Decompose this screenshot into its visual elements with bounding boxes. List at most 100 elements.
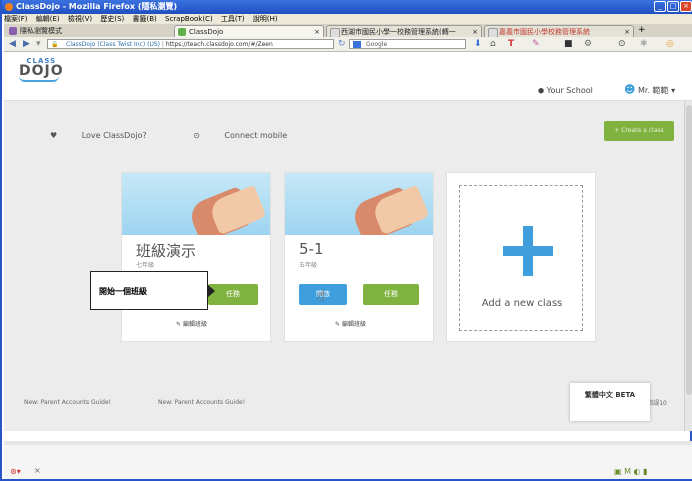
site-identity: ClassDojo (Class Twist Inc) (US): [66, 41, 160, 48]
language-selector[interactable]: 繁體中文 BETA: [570, 383, 650, 421]
menu-extra-icon[interactable]: ◎: [666, 37, 674, 51]
manage-class-button[interactable]: 任務: [208, 284, 258, 305]
user-avatar: ☻: [624, 83, 636, 96]
menu-scrapbook[interactable]: ScrapBook(C): [165, 15, 213, 23]
close-addon-bar-icon[interactable]: ×: [34, 466, 41, 475]
settings-icon[interactable]: ⚙: [584, 37, 592, 51]
download-icon[interactable]: ⬇: [474, 37, 482, 51]
top-links: ♥ Love ClassDojo? ⊙ Connect mobile: [50, 131, 331, 140]
home-icon[interactable]: ⌂: [490, 37, 496, 51]
title-bar: ClassDojo - Mozilla Firefox (隱私瀏覽) _ □ ×: [2, 0, 692, 14]
class-name: 5-1: [299, 240, 324, 258]
class-card[interactable]: 5-1 五年級 開啟 任務 ✎ 編輯班級: [284, 172, 434, 342]
menu-help[interactable]: 說明(H): [253, 15, 278, 23]
window-title: ClassDojo - Mozilla Firefox (隱私瀏覽): [16, 2, 178, 11]
tab-school-system-1[interactable]: 西湖市國民小學一校務管理系統(轉一 ×: [326, 25, 482, 37]
search-input[interactable]: Google: [349, 39, 466, 49]
footer-links: New: Parent Accounts Guide! New: Parent …: [24, 399, 290, 406]
status-icons: ▣ M ◐ ▮: [614, 467, 648, 476]
tab-private[interactable]: 隱私瀏覽模式: [6, 25, 126, 37]
menu-history[interactable]: 歷史(S): [100, 15, 124, 23]
add-class-label: Add a new class: [481, 298, 563, 309]
status-bar: ⊛▾ × ▣ M ◐ ▮: [4, 441, 692, 479]
mobile-icon: ⊙: [193, 131, 200, 140]
extension-icon[interactable]: ⊙: [618, 37, 626, 51]
navigation-toolbar: ◀ ▶ ▾ 🔒 ClassDojo (Class Twist Inc) (US)…: [4, 37, 692, 52]
tab-label: 隱私瀏覽模式: [20, 27, 62, 35]
close-tab-icon[interactable]: ×: [472, 26, 478, 37]
chevron-down-icon: ▾: [671, 86, 676, 95]
connect-mobile-link[interactable]: ⊙ Connect mobile: [193, 131, 309, 140]
app-header: CLASS DOJO ⬢ Your School ☻ Mr. 範範 ▾: [4, 52, 692, 101]
class-grade: 五年級: [299, 262, 318, 269]
menu-view[interactable]: 檢視(V): [68, 15, 92, 23]
class-name: 班級演示: [136, 242, 197, 260]
screen-icon[interactable]: ■: [564, 37, 573, 51]
vertical-scrollbar[interactable]: [684, 101, 692, 431]
back-icon[interactable]: ◀: [9, 37, 16, 51]
classdojo-favicon: [178, 28, 186, 36]
parent-guide-link[interactable]: New: Parent Accounts Guide!: [158, 399, 245, 406]
page-favicon: [488, 28, 498, 37]
tab-label: 嘉義市國民小學校務管理系統: [499, 28, 590, 36]
private-mask-icon: [9, 27, 17, 35]
tab-school-system-2[interactable]: 嘉義市國民小學校務管理系統 ×: [484, 25, 634, 37]
new-tab-button[interactable]: +: [638, 24, 646, 37]
minimize-button[interactable]: _: [654, 1, 666, 12]
menu-bookmarks[interactable]: 書籤(B): [133, 15, 157, 23]
tab-strip: 隱私瀏覽模式 ClassDojo × 西湖市國民小學一校務管理系統(轉一 × 嘉…: [4, 24, 692, 37]
plus-icon-bar: [503, 246, 553, 256]
class-card[interactable]: 班級演示 七年級 任務 ✎ 編輯班級: [121, 172, 271, 342]
browser-window: ClassDojo - Mozilla Firefox (隱私瀏覽) _ □ ×…: [0, 0, 692, 481]
tab-label: ClassDojo: [189, 28, 224, 36]
class-card-image: [122, 173, 270, 235]
classdojo-logo[interactable]: CLASS DOJO: [19, 57, 64, 82]
scrollbar-thumb[interactable]: [686, 105, 692, 395]
add-class-card[interactable]: Add a new class: [446, 172, 596, 342]
pencil-icon: ✎: [176, 321, 182, 328]
lock-icon: 🔒: [51, 41, 59, 48]
user-name: Mr. 範範: [638, 86, 669, 95]
addon-icon[interactable]: ✎: [532, 37, 540, 51]
translate-icon[interactable]: T: [508, 37, 514, 51]
tab-label: 西湖市國民小學一校務管理系統(轉一: [341, 28, 456, 36]
class-grade: 七年級: [136, 262, 155, 269]
menu-tools[interactable]: 工具(T): [221, 15, 245, 23]
love-classdojo-link[interactable]: ♥ Love ClassDojo?: [50, 131, 171, 140]
menu-file[interactable]: 檔案(F): [4, 15, 28, 23]
class-card-image: [285, 173, 433, 235]
tab-classdojo[interactable]: ClassDojo ×: [174, 25, 324, 37]
url-text: https://teach.classdojo.com/#/Zeen: [165, 41, 273, 48]
add-class-dashed-area: Add a new class: [459, 185, 583, 331]
history-icon[interactable]: ▾: [36, 37, 41, 51]
reload-icon[interactable]: ↻: [338, 37, 346, 51]
close-window-button[interactable]: ×: [680, 1, 692, 12]
maximize-button[interactable]: □: [667, 1, 679, 12]
google-icon: [353, 41, 361, 48]
tutorial-tooltip: 開始一個班級: [90, 271, 215, 310]
puzzle-icon[interactable]: ✱: [640, 37, 648, 51]
menu-bar: 檔案(F) 編輯(E) 檢視(V) 歷史(S) 書籤(B) ScrapBook(…: [4, 14, 692, 24]
search-placeholder: Google: [366, 41, 388, 48]
edit-class-link[interactable]: ✎ 編輯班級: [335, 319, 366, 328]
location-pin-icon: ⬢: [538, 87, 545, 95]
parent-guide-link[interactable]: New: Parent Accounts Guide!: [24, 399, 111, 406]
horizontal-scrollbar[interactable]: [4, 441, 692, 445]
create-class-button[interactable]: + Create a class: [604, 121, 674, 141]
heart-icon: ♥: [50, 131, 58, 140]
address-bar[interactable]: 🔒 ClassDojo (Class Twist Inc) (US) | htt…: [47, 39, 334, 49]
firefox-icon: [5, 3, 13, 11]
school-label: Your School: [546, 86, 593, 95]
hand-cursor-icon: ☝: [317, 288, 326, 304]
firefox-status-icon[interactable]: ⊛▾: [10, 467, 21, 476]
menu-edit[interactable]: 編輯(E): [36, 15, 60, 23]
pencil-icon: ✎: [335, 321, 341, 328]
forward-icon[interactable]: ▶: [23, 37, 30, 51]
close-tab-icon[interactable]: ×: [624, 26, 630, 37]
school-link[interactable]: ⬢ Your School: [538, 86, 593, 95]
close-tab-icon[interactable]: ×: [314, 26, 320, 37]
user-menu[interactable]: ☻ Mr. 範範 ▾: [624, 83, 675, 96]
edit-class-link[interactable]: ✎ 編輯班級: [176, 319, 207, 328]
page-favicon: [330, 28, 340, 37]
manage-class-button[interactable]: 任務: [363, 284, 419, 305]
